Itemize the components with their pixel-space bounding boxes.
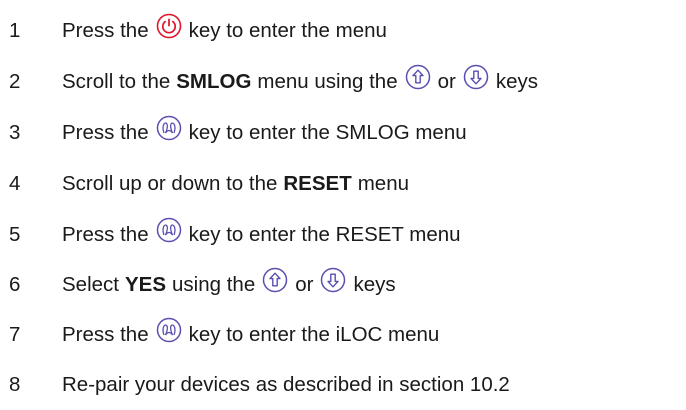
step-text: Re-pair your devices as described in sec… bbox=[62, 373, 510, 396]
option-name: YES bbox=[124, 273, 167, 296]
step-text: Scroll up or down to the RESET menu bbox=[62, 172, 410, 195]
step-number: 3 bbox=[9, 121, 21, 144]
step-text: Select YES using the or keys bbox=[62, 267, 396, 298]
enter-key-icon bbox=[156, 317, 182, 343]
down-arrow-icon bbox=[320, 267, 346, 293]
step-number: 8 bbox=[9, 373, 21, 396]
step-number: 1 bbox=[9, 19, 21, 42]
enter-key-icon bbox=[156, 217, 182, 243]
instruction-list: 1 Press the key to enter the menu 2 Scro… bbox=[0, 0, 686, 410]
step-text: Press the key to enter the iLOC menu bbox=[62, 317, 439, 348]
step-number: 5 bbox=[9, 223, 21, 246]
step-number: 2 bbox=[9, 70, 21, 93]
menu-name: RESET bbox=[283, 172, 352, 195]
step-number: 7 bbox=[9, 323, 21, 346]
step-number: 6 bbox=[9, 273, 21, 296]
step-text: Press the key to enter the SMLOG menu bbox=[62, 115, 467, 146]
step-text: Press the key to enter the menu bbox=[62, 13, 387, 44]
up-arrow-icon bbox=[262, 267, 288, 293]
step-text: Press the key to enter the RESET menu bbox=[62, 217, 461, 248]
up-arrow-icon bbox=[405, 64, 431, 90]
step-number: 4 bbox=[9, 172, 21, 195]
step-text: Scroll to the SMLOG menu using the or ke… bbox=[62, 64, 538, 95]
power-icon bbox=[156, 13, 182, 39]
down-arrow-icon bbox=[463, 64, 489, 90]
enter-key-icon bbox=[156, 115, 182, 141]
menu-name: SMLOG bbox=[176, 70, 252, 93]
